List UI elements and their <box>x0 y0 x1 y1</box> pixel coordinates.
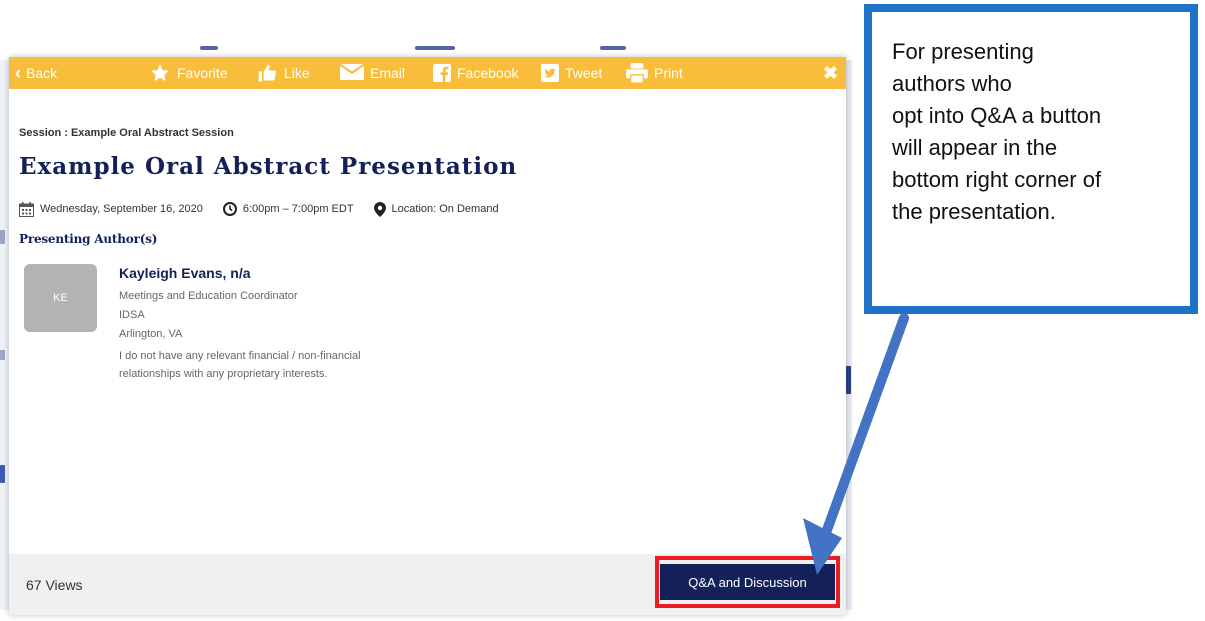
author-disclosure-line-1: I do not have any relevant financial / n… <box>119 350 361 362</box>
chevron-left-icon: ‹ <box>15 62 21 83</box>
callout-box: For presenting authors who opt into Q&A … <box>864 4 1198 314</box>
avatar: KE <box>24 264 97 332</box>
facebook-button[interactable]: Facebook <box>433 57 518 89</box>
tweet-label: Tweet <box>565 65 603 81</box>
facebook-label: Facebook <box>457 65 519 81</box>
background-decoration <box>846 366 851 394</box>
map-marker-icon <box>373 201 386 217</box>
session-name: Session : Example Oral Abstract Session <box>19 127 234 139</box>
author-role: Meetings and Education Coordinator <box>119 290 298 302</box>
calendar-icon <box>19 201 34 217</box>
envelope-icon <box>340 64 364 80</box>
session-location: Location: On Demand <box>373 201 499 217</box>
background-decoration <box>415 46 455 50</box>
presenting-authors-heading: Presenting Author(s) <box>19 232 158 246</box>
session-meta: Wednesday, September 16, 2020 6:00pm – 7… <box>19 201 519 217</box>
back-button[interactable]: ‹ Back <box>15 57 57 89</box>
star-icon <box>151 64 169 82</box>
callout-line: For presenting <box>892 39 1034 64</box>
callout-text: For presenting authors who opt into Q&A … <box>892 36 1192 228</box>
background-decoration <box>0 350 5 360</box>
modal-footer: 67 Views Q&A and Discussion <box>9 554 846 615</box>
email-label: Email <box>370 65 406 81</box>
session-date: Wednesday, September 16, 2020 <box>19 201 203 217</box>
background-decoration <box>0 465 5 483</box>
view-count: 67 Views <box>26 577 83 593</box>
presentation-modal: ‹ Back Favorite Like Email Facebook Twee… <box>9 57 846 615</box>
author-name[interactable]: Kayleigh Evans, n/a <box>119 265 251 281</box>
modal-toolbar: ‹ Back Favorite Like Email Facebook Twee… <box>9 57 846 89</box>
print-button[interactable]: Print <box>626 57 683 89</box>
background-decoration <box>200 46 218 50</box>
facebook-icon <box>433 64 451 82</box>
author-location: Arlington, VA <box>119 328 183 340</box>
location-text: Location: On Demand <box>391 203 499 215</box>
callout-line: bottom right corner of <box>892 167 1102 192</box>
callout-line: authors who <box>892 71 1012 96</box>
date-text: Wednesday, September 16, 2020 <box>40 203 203 215</box>
time-text: 6:00pm – 7:00pm EDT <box>242 203 354 215</box>
session-time: 6:00pm – 7:00pm EDT <box>222 202 354 216</box>
presentation-title: Example Oral Abstract Presentation <box>19 153 518 180</box>
background-decoration <box>0 230 5 244</box>
print-label: Print <box>654 65 683 81</box>
author-organization: IDSA <box>119 309 145 321</box>
like-label: Like <box>284 65 310 81</box>
back-label: Back <box>26 65 58 81</box>
avatar-initials: KE <box>53 292 68 304</box>
background-decoration <box>600 46 626 50</box>
printer-icon <box>626 63 648 83</box>
favorite-button[interactable]: Favorite <box>149 57 228 89</box>
clock-icon <box>222 202 237 216</box>
tweet-button[interactable]: Tweet <box>541 57 602 89</box>
email-button[interactable]: Email <box>340 57 405 89</box>
background-edge-right <box>846 60 852 610</box>
like-button[interactable]: Like <box>256 57 310 89</box>
callout-line: opt into Q&A a button <box>892 103 1102 128</box>
background-edge-left <box>0 60 9 610</box>
close-icon[interactable]: ✖ <box>823 63 838 84</box>
twitter-icon <box>541 64 559 82</box>
favorite-label: Favorite <box>177 65 228 81</box>
callout-line: will appear in the <box>892 135 1058 160</box>
thumbs-up-icon <box>258 64 277 82</box>
callout-line: the presentation. <box>892 199 1056 224</box>
author-disclosure-line-2: relationships with any proprietary inter… <box>119 368 328 380</box>
qa-discussion-button[interactable]: Q&A and Discussion <box>660 564 835 600</box>
